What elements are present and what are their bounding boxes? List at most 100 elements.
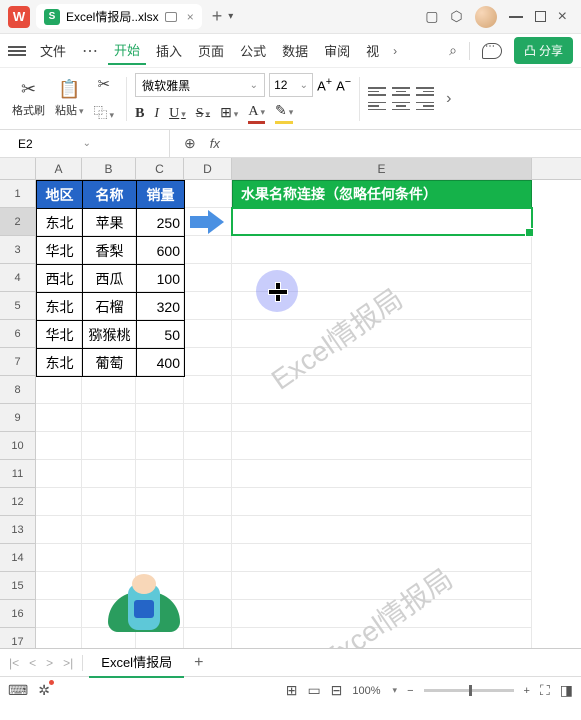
selected-cell-E2[interactable] (231, 207, 533, 236)
menu-insert[interactable]: 插入 (150, 37, 188, 64)
col-header-C[interactable]: C (136, 158, 184, 180)
fill-color-button[interactable]: ✎▾ (275, 103, 293, 124)
zoom-value[interactable]: 100% (352, 685, 380, 697)
menu-view[interactable]: 视 (360, 37, 385, 64)
add-sheet-button[interactable]: + (194, 654, 203, 672)
row-header[interactable]: 12 (0, 488, 36, 516)
col-header-D[interactable]: D (184, 158, 232, 180)
table-row[interactable]: 东北石榴320 (37, 293, 185, 321)
row-header[interactable]: 11 (0, 460, 36, 488)
search-icon[interactable]: ⌕ (449, 42, 457, 59)
table-row[interactable]: 华北猕猴桃50 (37, 321, 185, 349)
align-middle-icon[interactable] (392, 87, 410, 96)
maximize-button[interactable] (535, 11, 546, 22)
format-brush[interactable]: ✂ 格式刷 (8, 79, 49, 118)
avatar[interactable] (475, 6, 497, 28)
row-header[interactable]: 8 (0, 376, 36, 404)
view-layout-icon[interactable]: ⊟ (331, 682, 343, 699)
share-button[interactable]: 凸分享 (514, 37, 573, 64)
select-all-corner[interactable] (0, 158, 36, 180)
chat-icon[interactable] (482, 43, 502, 59)
font-size-select[interactable]: 12⌄ (269, 73, 313, 97)
col-header-E[interactable]: E (232, 158, 532, 180)
th-sales[interactable]: 销量 (137, 181, 185, 209)
font-select[interactable]: 微软雅黑⌄ (135, 73, 265, 97)
hamburger-icon[interactable] (8, 46, 26, 56)
row-header[interactable]: 5 (0, 292, 36, 320)
view-normal-icon[interactable]: ⊞ (286, 682, 298, 699)
row-header[interactable]: 15 (0, 572, 36, 600)
menu-file[interactable]: 文件 (34, 37, 72, 64)
font-color-button[interactable]: A▾ (248, 104, 265, 124)
green-header-cell[interactable]: 水果名称连接（忽略任何条件） (232, 180, 532, 208)
row-header[interactable]: 10 (0, 432, 36, 460)
align-center-icon[interactable] (392, 102, 410, 111)
scissors-icon[interactable]: ✂ (98, 75, 111, 93)
cube-icon[interactable]: ⬡ (450, 8, 462, 25)
row-header[interactable]: 2 (0, 208, 36, 236)
row-header[interactable]: 13 (0, 516, 36, 544)
bold-button[interactable]: B (135, 106, 144, 122)
dropdown-icon[interactable]: ▾ (228, 11, 233, 22)
close-window-button[interactable]: × (558, 8, 567, 26)
sheet-nav-last[interactable]: >| (60, 656, 76, 670)
row-header[interactable]: 1 (0, 180, 36, 208)
menu-home[interactable]: 开始 (108, 36, 146, 65)
align-bottom-icon[interactable] (416, 87, 434, 96)
zoom-slider[interactable] (424, 689, 514, 692)
row-header[interactable]: 9 (0, 404, 36, 432)
cell-reference[interactable]: E2⌄ (0, 130, 170, 157)
row-header[interactable]: 14 (0, 544, 36, 572)
row-header[interactable]: 4 (0, 264, 36, 292)
paste[interactable]: 📋 粘贴▾ (51, 79, 88, 118)
th-name[interactable]: 名称 (83, 181, 137, 209)
window-state-icon[interactable] (165, 12, 177, 22)
menu-formula[interactable]: 公式 (234, 37, 272, 64)
zoom-cell-icon[interactable]: ⊕ (184, 135, 196, 152)
strike-button[interactable]: S▾ (196, 106, 210, 122)
align-left-icon[interactable] (368, 102, 386, 111)
row-header[interactable]: 6 (0, 320, 36, 348)
row-header[interactable]: 16 (0, 600, 36, 628)
border-button[interactable]: ⊞▾ (220, 105, 238, 122)
keyboard-icon[interactable]: ⌨ (8, 682, 28, 699)
italic-button[interactable]: I (154, 106, 159, 122)
row-header[interactable]: 7 (0, 348, 36, 376)
fx-label[interactable]: fx (210, 136, 220, 151)
file-tab[interactable]: S Excel情报局..xlsx × (36, 4, 202, 29)
font-decrease-icon[interactable]: A− (336, 76, 351, 93)
menu-scroll-icon[interactable]: › (393, 44, 397, 58)
table-row[interactable]: 东北葡萄400 (37, 349, 185, 377)
sheet-tab-active[interactable]: Excel情报局 (89, 647, 184, 678)
menu-page[interactable]: 页面 (192, 37, 230, 64)
sidebar-icon[interactable]: ◨ (560, 682, 573, 699)
menu-review[interactable]: 审阅 (318, 37, 356, 64)
menu-more-icon[interactable]: ⋯ (82, 41, 98, 61)
col-header-B[interactable]: B (82, 158, 136, 180)
book-icon[interactable]: ▢ (425, 8, 438, 25)
font-increase-icon[interactable]: A+ (317, 76, 332, 93)
sheet-nav-first[interactable]: |< (6, 656, 22, 670)
align-top-icon[interactable] (368, 87, 386, 96)
wps-logo[interactable]: W (8, 6, 30, 28)
copy-icon[interactable]: ⿻▾ (94, 103, 115, 123)
row-header[interactable]: 3 (0, 236, 36, 264)
settings-icon[interactable]: ✲ (38, 682, 50, 699)
align-right-icon[interactable] (416, 102, 434, 111)
new-tab-button[interactable]: + (212, 6, 223, 27)
col-header-A[interactable]: A (36, 158, 82, 180)
th-region[interactable]: 地区 (37, 181, 83, 209)
close-tab-icon[interactable]: × (187, 10, 194, 24)
zoom-in-button[interactable]: + (524, 685, 530, 697)
cut-copy[interactable]: ✂ ⿻▾ (90, 75, 119, 123)
fullscreen-icon[interactable]: ⛶ (540, 682, 550, 699)
sheet-nav-next[interactable]: > (43, 656, 56, 670)
table-row[interactable]: 西北西瓜100 (37, 265, 185, 293)
table-row[interactable]: 东北苹果250 (37, 209, 185, 237)
menu-data[interactable]: 数据 (276, 37, 314, 64)
view-page-icon[interactable]: ▭ (307, 682, 320, 699)
sheet-nav-prev[interactable]: < (26, 656, 39, 670)
toolbar-expand-icon[interactable]: › (446, 90, 451, 108)
underline-button[interactable]: U▾ (169, 106, 186, 122)
row-header[interactable]: 17 (0, 628, 36, 648)
